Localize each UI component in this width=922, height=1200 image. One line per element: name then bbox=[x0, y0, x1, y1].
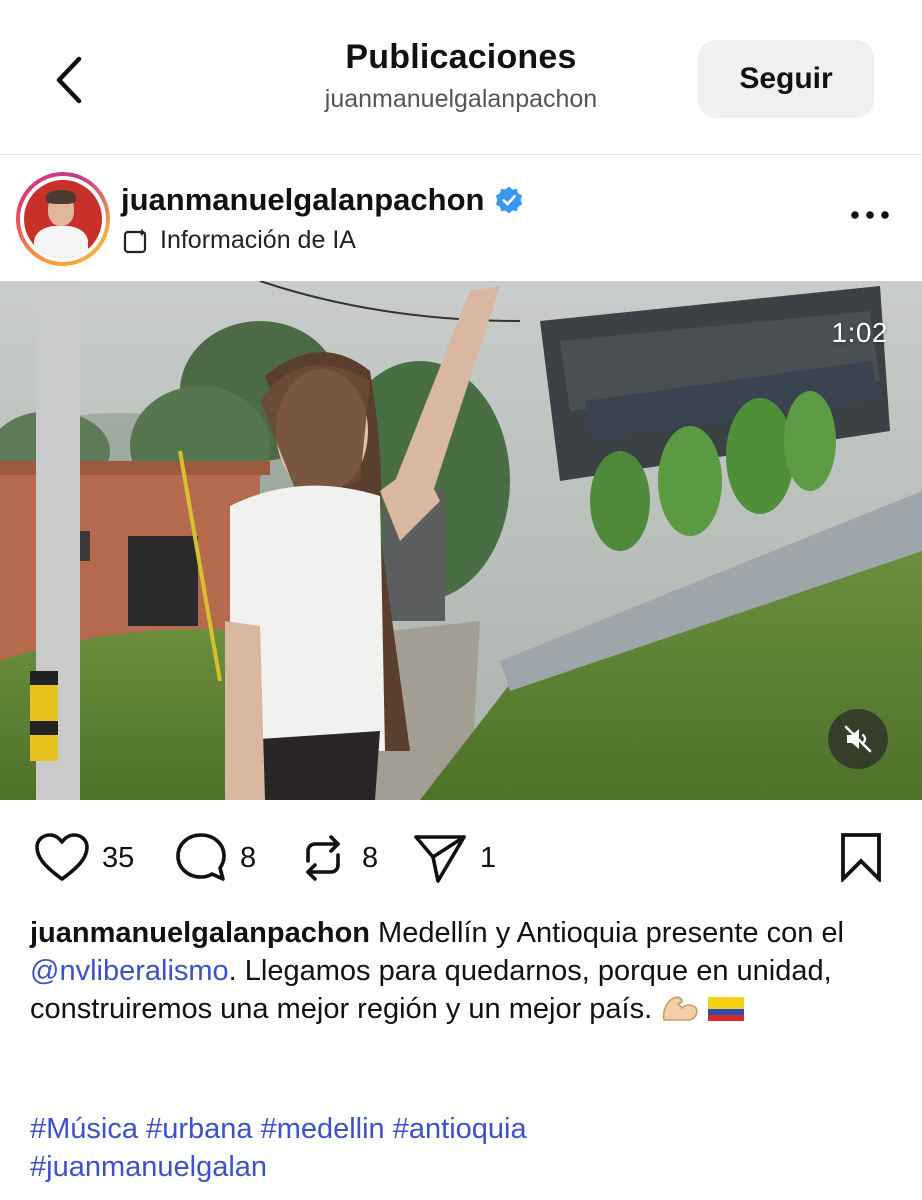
hashtags: #Música #urbana #medellin #antioquia #ju… bbox=[30, 1110, 892, 1186]
repost-icon bbox=[306, 835, 340, 881]
hashtag-link[interactable]: #juanmanuelgalan bbox=[30, 1151, 267, 1183]
post-actions: 35 8 8 1 bbox=[0, 826, 922, 890]
post-author[interactable]: juanmanuelgalanpachon bbox=[121, 182, 524, 218]
comment-bubble-icon bbox=[176, 833, 226, 881]
send-icon bbox=[414, 835, 466, 883]
avatar-image bbox=[24, 180, 102, 258]
like-button[interactable]: 35 bbox=[34, 826, 134, 890]
post-caption: juanmanuelgalanpachon Medellín y Antioqu… bbox=[30, 914, 892, 1028]
back-button[interactable] bbox=[40, 48, 96, 112]
chevron-left-icon bbox=[56, 56, 82, 104]
bookmark-icon bbox=[841, 833, 881, 884]
flexed-biceps-emoji-icon bbox=[663, 996, 698, 1021]
share-button[interactable]: 1 bbox=[412, 826, 496, 890]
page-title: Publicaciones bbox=[345, 38, 577, 76]
hashtag-link[interactable]: #Música bbox=[30, 1113, 138, 1145]
ai-info-icon bbox=[123, 228, 147, 253]
ai-info-text: Información de IA bbox=[160, 226, 356, 254]
ai-info-label[interactable]: Información de IA bbox=[122, 226, 356, 255]
comment-button[interactable]: 8 bbox=[174, 826, 256, 890]
comment-count: 8 bbox=[240, 841, 257, 874]
post-video[interactable]: 1:02 bbox=[0, 281, 922, 800]
page-subtitle: juanmanuelgalanpachon bbox=[324, 85, 598, 113]
speaker-muted-icon bbox=[844, 725, 872, 753]
hashtag-link[interactable]: #antioquia bbox=[393, 1113, 527, 1145]
verified-badge-icon bbox=[496, 186, 523, 214]
more-horizontal-icon bbox=[851, 211, 889, 219]
colombia-flag-emoji-icon bbox=[708, 997, 745, 1021]
more-options-button[interactable] bbox=[846, 200, 894, 230]
post-author-name: juanmanuelgalanpachon bbox=[121, 182, 485, 217]
video-duration: 1:02 bbox=[831, 317, 888, 348]
caption-author[interactable]: juanmanuelgalanpachon bbox=[30, 917, 370, 949]
repost-count: 8 bbox=[362, 841, 379, 874]
follow-button[interactable]: Seguir bbox=[698, 40, 874, 118]
caption-text-part-1: Medellín y Antioquia presente con el bbox=[370, 917, 844, 949]
top-bar: Publicaciones juanmanuelgalanpachon Segu… bbox=[0, 0, 922, 155]
share-count: 1 bbox=[480, 841, 497, 874]
hashtag-link[interactable]: #urbana bbox=[146, 1113, 252, 1145]
hashtag-link[interactable]: #medellin bbox=[261, 1113, 385, 1145]
avatar[interactable] bbox=[16, 172, 110, 266]
heart-icon bbox=[35, 833, 89, 881]
video-frame bbox=[0, 281, 922, 800]
caption-mention-link[interactable]: @nvliberalismo bbox=[30, 955, 229, 987]
mute-toggle-button[interactable] bbox=[828, 709, 888, 769]
save-button[interactable] bbox=[838, 832, 884, 884]
header-titles: Publicaciones juanmanuelgalanpachon bbox=[230, 38, 692, 114]
repost-button[interactable]: 8 bbox=[296, 826, 378, 890]
like-count: 35 bbox=[102, 841, 135, 874]
